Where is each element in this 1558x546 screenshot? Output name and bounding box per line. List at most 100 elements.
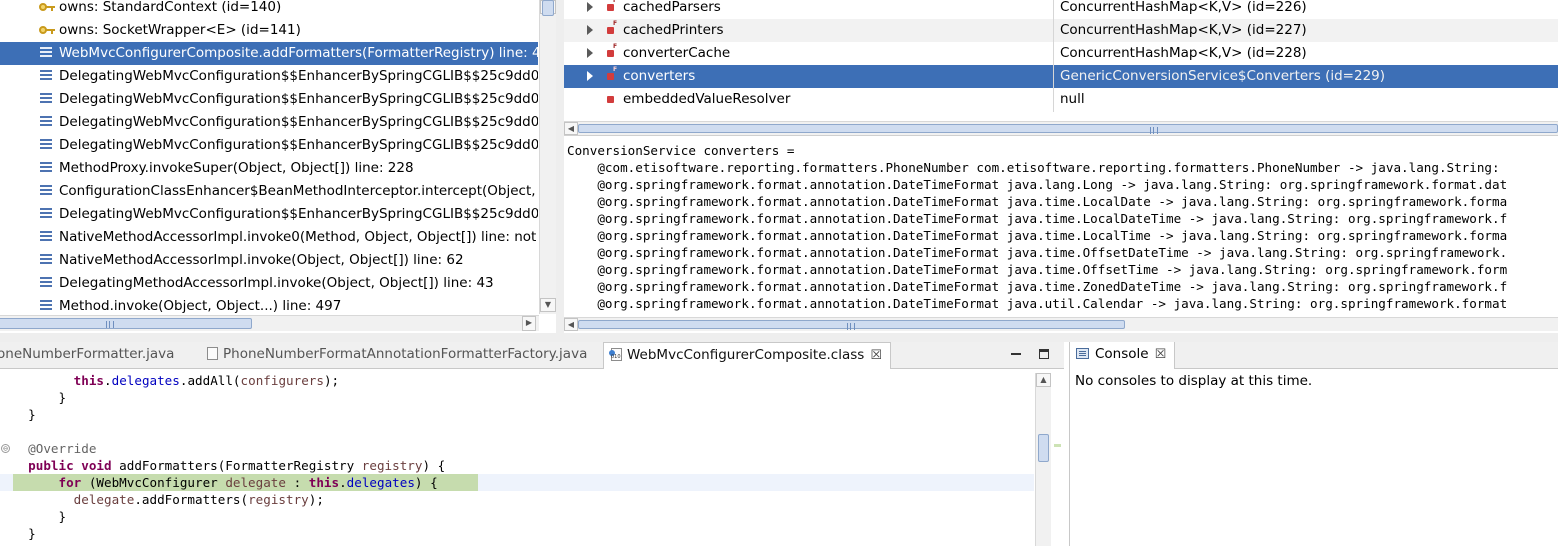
scroll-thumb[interactable] [578, 124, 1558, 134]
code-line: public void addFormatters(FormatterRegis… [28, 458, 446, 473]
detail-text-line: @org.springframework.format.annotation.D… [567, 177, 1508, 192]
console-icon [1076, 348, 1089, 359]
minimize-icon[interactable] [1010, 348, 1022, 360]
code-line: this.delegates.addAll(configurers); [73, 373, 340, 388]
class-file-icon [609, 348, 622, 361]
stack-frame-row[interactable]: DelegatingWebMvcConfiguration$$EnhancerB… [0, 203, 538, 226]
private-field-icon [607, 43, 617, 57]
tab-webmvc-configurer-composite[interactable]: WebMvcConfigurerComposite.class ☒ [603, 342, 891, 369]
stack-frame-label: NativeMethodAccessorImpl.invoke(Object, … [59, 252, 464, 268]
maximize-icon[interactable] [1038, 348, 1050, 360]
editor-vertical-scrollbar[interactable]: ▲ [1035, 373, 1051, 546]
stack-frame-icon [40, 138, 54, 152]
code-text-area[interactable]: this.delegates.addAll(configurers); } } … [0, 370, 1034, 546]
variable-row[interactable]: cachedParsers ConcurrentHashMap<K,V> (id=… [564, 0, 1558, 19]
console-empty-message: No consoles to display at this time. [1075, 373, 1313, 389]
fold-toggle-icon[interactable]: ⊖ [1, 444, 10, 453]
stack-frame-icon [40, 299, 54, 313]
tab-console[interactable]: Console ☒ [1070, 342, 1176, 369]
variables-view: cachedParsers ConcurrentHashMap<K,V> (id=… [564, 0, 1558, 333]
code-line: } [28, 526, 36, 541]
stack-frame-icon [40, 230, 54, 244]
stack-frames-list: owns: StandardContext (id=140) owns: Sock… [0, 0, 538, 314]
tab-phone-number-format-annotation-formatter-factory[interactable]: PhoneNumberFormatAnnotationFormatterFact… [207, 342, 587, 369]
stack-frame-row[interactable]: WebMvcConfigurerComposite.addFormatters(… [0, 42, 538, 65]
console-tab-label: Console [1095, 346, 1149, 362]
scroll-thumb[interactable] [1038, 434, 1049, 462]
close-tab-icon[interactable]: ☒ [1155, 342, 1167, 367]
stack-frame-label: DelegatingWebMvcConfiguration$$EnhancerB… [59, 91, 538, 107]
variable-value: ConcurrentHashMap<K,V> (id=228) [1060, 45, 1307, 61]
stack-frame-icon [40, 115, 54, 129]
tab-label: PhoneNumberFormatAnnotationFormatterFact… [223, 346, 588, 362]
expand-arrow-icon[interactable] [587, 71, 593, 81]
variable-row[interactable]: embeddedValueResolver null [564, 88, 1558, 111]
scroll-down-arrow-icon[interactable]: ▼ [540, 298, 556, 312]
expand-arrow-icon[interactable] [587, 2, 593, 12]
stack-frame-icon [40, 69, 54, 83]
variable-value: null [1060, 91, 1085, 107]
scroll-right-arrow-icon[interactable]: ▶ [522, 316, 536, 331]
scroll-up-arrow-icon[interactable]: ▲ [1036, 373, 1051, 387]
stack-frame-row[interactable]: Method.invoke(Object, Object...) line: 4… [0, 295, 538, 314]
detail-text-line: @org.springframework.format.annotation.D… [567, 279, 1508, 294]
tab-label: WebMvcConfigurerComposite.class [627, 347, 865, 363]
stack-frame-label: NativeMethodAccessorImpl.invoke0(Method,… [59, 229, 538, 245]
stack-frame-icon [40, 207, 54, 221]
debug-view: owns: StandardContext (id=140) owns: Sock… [0, 0, 556, 333]
current-execution-line: for (WebMvcConfigurer delegate : this.de… [0, 474, 1034, 491]
horizontal-sash[interactable] [0, 333, 1558, 342]
vertical-sash[interactable] [556, 0, 564, 333]
variable-row[interactable]: converters GenericConversionService$Conve… [564, 65, 1558, 88]
stack-frame-row[interactable]: owns: StandardContext (id=140) [0, 0, 538, 19]
close-tab-icon[interactable]: ☒ [870, 343, 882, 368]
stack-frame-row[interactable]: MethodProxy.invokeSuper(Object, Object[]… [0, 157, 538, 180]
tab-phone-number-formatter[interactable]: oneNumberFormatter.java [0, 342, 174, 369]
detail-text-line: @org.springframework.format.annotation.D… [567, 211, 1508, 226]
overview-ruler-marker[interactable] [1054, 444, 1061, 447]
stack-frame-icon [40, 253, 54, 267]
private-field-icon [607, 20, 617, 34]
stack-frame-row[interactable]: NativeMethodAccessorImpl.invoke0(Method,… [0, 226, 538, 249]
stack-frame-label: WebMvcConfigurerComposite.addFormatters(… [59, 45, 538, 61]
stack-frame-icon [40, 276, 54, 290]
variable-row[interactable]: cachedPrinters ConcurrentHashMap<K,V> (id… [564, 19, 1558, 42]
stack-frame-row[interactable]: DelegatingWebMvcConfiguration$$EnhancerB… [0, 111, 538, 134]
console-tab-bar: Console ☒ [1070, 342, 1558, 369]
stack-frame-row[interactable]: DelegatingWebMvcConfiguration$$EnhancerB… [0, 65, 538, 88]
variable-name: embeddedValueResolver [623, 91, 791, 107]
frames-horizontal-scrollbar[interactable]: ▶ [0, 315, 539, 331]
scroll-thumb[interactable] [0, 318, 252, 329]
variable-row[interactable]: converterCache ConcurrentHashMap<K,V> (id… [564, 42, 1558, 65]
stack-frame-row[interactable]: owns: SocketWrapper<E> (id=141) [0, 19, 538, 42]
detail-text-line: @org.springframework.format.annotation.D… [567, 245, 1508, 260]
expand-arrow-icon[interactable] [587, 48, 593, 58]
stack-frame-label: DelegatingWebMvcConfiguration$$EnhancerB… [59, 206, 538, 222]
stack-frame-row[interactable]: DelegatingWebMvcConfiguration$$EnhancerB… [0, 88, 538, 111]
stack-frame-row[interactable]: NativeMethodAccessorImpl.invoke(Object, … [0, 249, 538, 272]
detail-text-line: @com.etisoftware.reporting.formatters.Ph… [567, 160, 1508, 175]
variable-name: converterCache [623, 45, 731, 61]
java-file-icon [207, 347, 218, 360]
code-line: } [58, 390, 67, 405]
scroll-thumb[interactable] [578, 320, 1125, 330]
stack-frame-row[interactable]: DelegatingWebMvcConfiguration$$EnhancerB… [0, 134, 538, 157]
stack-frame-row[interactable]: ConfigurationClassEnhancer$BeanMethodInt… [0, 180, 538, 203]
stack-frame-label: DelegatingWebMvcConfiguration$$EnhancerB… [59, 137, 538, 153]
scroll-left-arrow-icon[interactable]: ◀ [564, 318, 578, 331]
code-line: } [28, 407, 36, 422]
expand-arrow-icon[interactable] [587, 25, 593, 35]
stack-frame-row[interactable]: DelegatingMethodAccessorImpl.invoke(Obje… [0, 272, 538, 295]
variable-detail-pane[interactable]: ConversionService converters = @com.etis… [564, 135, 1558, 317]
scroll-thumb[interactable] [542, 0, 554, 16]
column-separator[interactable] [1053, 0, 1054, 112]
variable-name: cachedParsers [623, 0, 721, 15]
scroll-left-arrow-icon[interactable]: ◀ [564, 122, 578, 135]
detail-horizontal-scrollbar[interactable]: ◀ [564, 317, 1558, 331]
stack-frame-icon [40, 184, 54, 198]
frames-vertical-scrollbar[interactable]: ▲ ▼ [539, 0, 556, 314]
stack-frame-icon [40, 161, 54, 175]
variables-horizontal-scrollbar[interactable]: ◀ [564, 121, 1558, 135]
console-view: Console ☒ No consoles to display at this … [1069, 342, 1558, 546]
